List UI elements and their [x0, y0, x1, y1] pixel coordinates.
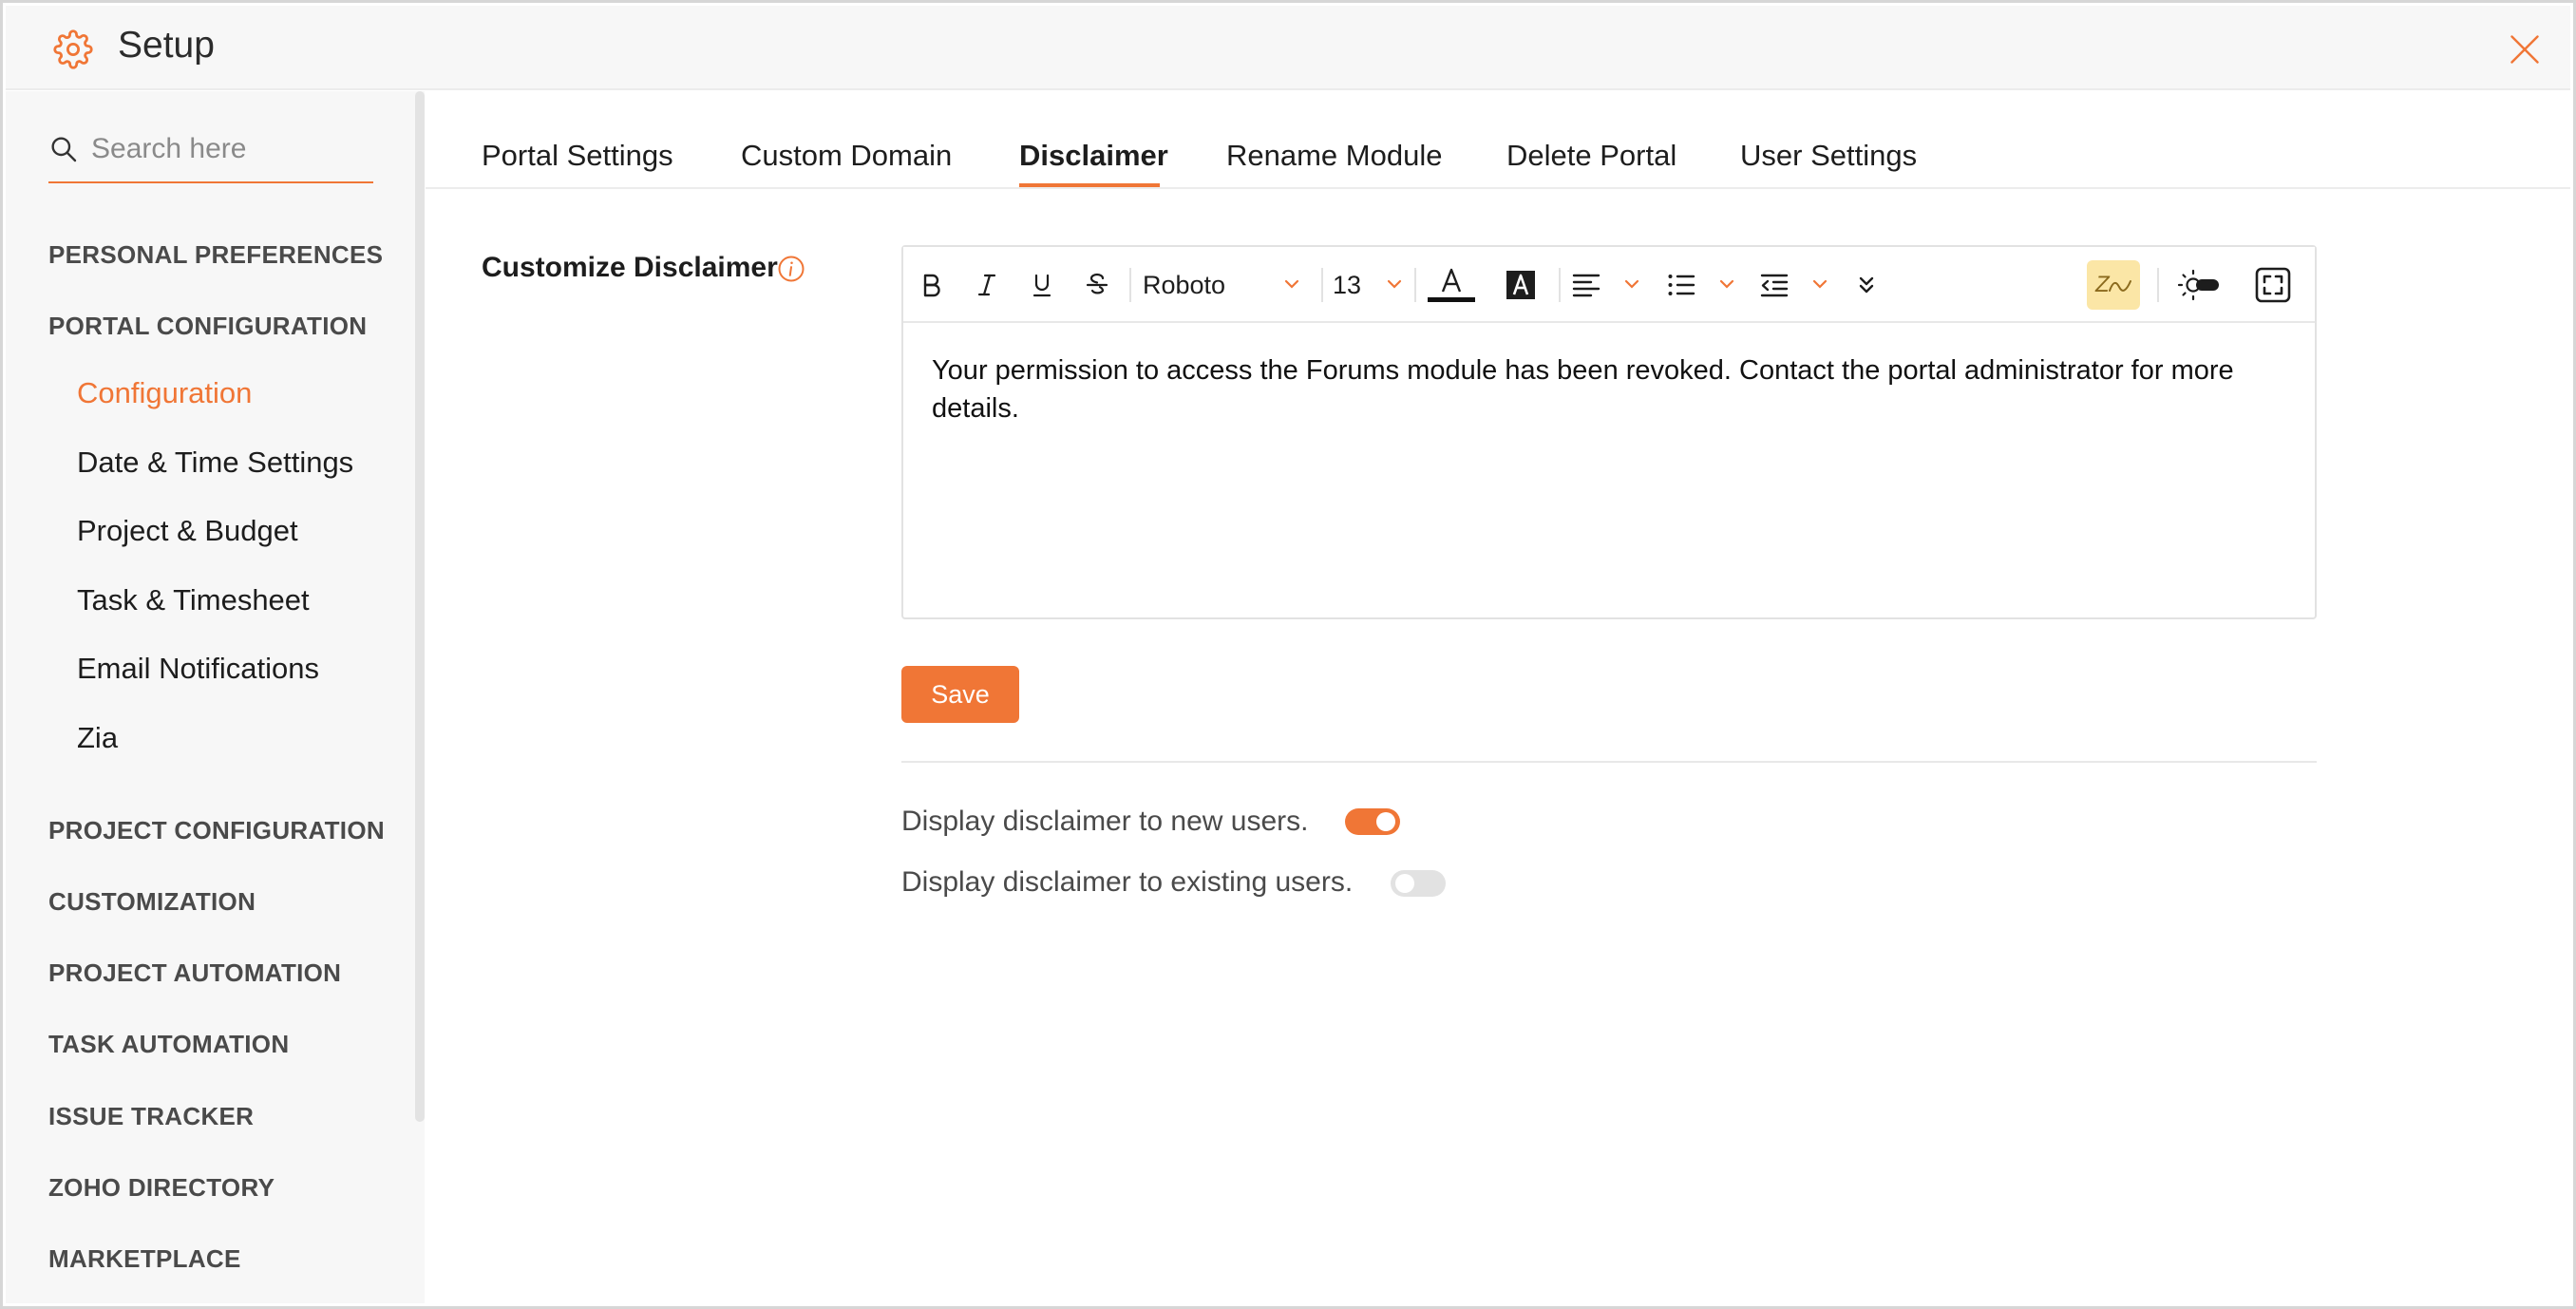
active-tab-indicator	[1019, 183, 1160, 187]
tab-rename-module[interactable]: Rename Module	[1226, 139, 1442, 173]
bold-icon	[923, 274, 940, 297]
bullet-list-icon	[1668, 275, 1695, 295]
sidebar-item-task-timesheet[interactable]: Task & Timesheet	[77, 583, 310, 617]
existing-users-option-label: Display disclaimer to existing users.	[901, 866, 1354, 898]
toolbar-separator	[1559, 268, 1561, 302]
info-icon[interactable]	[777, 255, 805, 283]
sidebar-section-issue-tracker[interactable]: ISSUE TRACKER	[48, 1102, 254, 1131]
tab-delete-portal[interactable]: Delete Portal	[1506, 139, 1676, 173]
sidebar-search	[48, 124, 373, 183]
italic-icon	[977, 274, 996, 296]
disclaimer-editor: Roboto 13 Z Your permission to access th…	[901, 245, 2317, 619]
tab-portal-settings[interactable]: Portal Settings	[482, 139, 673, 173]
search-icon	[51, 137, 77, 162]
light-dark-toggle-icon	[2177, 269, 2219, 301]
italic-button[interactable]	[970, 266, 1004, 304]
chevron-down-icon	[1719, 279, 1734, 289]
setup-header: Setup	[6, 6, 2570, 90]
sidebar-scrollbar[interactable]	[415, 91, 425, 1122]
sidebar-item-zia[interactable]: Zia	[77, 721, 118, 755]
underline-button[interactable]	[1025, 266, 1059, 304]
underline-icon	[1032, 274, 1051, 297]
chevron-down-icon	[1624, 279, 1639, 289]
sidebar-item-configuration[interactable]: Configuration	[77, 376, 252, 410]
new-users-toggle[interactable]	[1345, 808, 1400, 835]
sidebar-section-portal-configuration[interactable]: PORTAL CONFIGURATION	[48, 312, 367, 341]
sidebar-section-personal-preferences[interactable]: PERSONAL PREFERENCES	[48, 240, 383, 270]
font-size-select[interactable]: 13	[1333, 266, 1403, 304]
customize-disclaimer-label: Customize Disclaimer	[482, 252, 778, 283]
bold-button[interactable]	[915, 266, 949, 304]
page-title: Setup	[118, 25, 215, 66]
align-left-icon	[1572, 274, 1601, 297]
sidebar-section-task-automation[interactable]: TASK AUTOMATION	[48, 1030, 289, 1059]
more-tools-button[interactable]	[1847, 266, 1885, 304]
theme-toggle-button[interactable]	[2176, 266, 2222, 304]
sidebar-section-project-configuration[interactable]: PROJECT CONFIGURATION	[48, 816, 385, 845]
toolbar-separator	[1129, 268, 1131, 302]
editor-toolbar: Roboto 13 Z	[903, 247, 2315, 323]
text-color-icon	[1428, 268, 1475, 302]
double-chevron-down-icon	[1859, 276, 1874, 294]
chevron-down-icon	[1812, 279, 1828, 289]
fullscreen-button[interactable]	[2250, 266, 2296, 304]
gear-icon	[53, 29, 93, 69]
sidebar-item-project-budget[interactable]: Project & Budget	[77, 514, 298, 548]
strikethrough-icon	[1086, 273, 1108, 294]
disclaimer-text[interactable]: Your permission to access the Forums mod…	[932, 351, 2258, 427]
sidebar-section-zoho-directory[interactable]: ZOHO DIRECTORY	[48, 1173, 275, 1203]
font-family-value: Roboto	[1143, 270, 1226, 299]
fullscreen-icon	[2255, 267, 2291, 303]
toolbar-separator	[1414, 268, 1416, 302]
existing-users-toggle[interactable]	[1391, 870, 1446, 897]
sidebar-section-customization[interactable]: CUSTOMIZATION	[48, 887, 256, 917]
setup-sidebar: PERSONAL PREFERENCES PORTAL CONFIGURATIO…	[6, 91, 425, 1303]
settings-tabs: Portal Settings Custom Domain Disclaimer…	[426, 91, 2570, 189]
toolbar-separator	[2157, 268, 2159, 302]
tab-custom-domain[interactable]: Custom Domain	[741, 139, 952, 173]
divider	[901, 761, 2317, 763]
align-button[interactable]	[1572, 266, 1640, 304]
close-icon[interactable]	[2508, 32, 2542, 66]
sidebar-item-email-notifications[interactable]: Email Notifications	[77, 652, 319, 686]
highlight-color-button[interactable]	[1500, 266, 1542, 304]
search-input[interactable]	[91, 128, 367, 170]
save-button[interactable]: Save	[901, 666, 1019, 723]
sidebar-section-marketplace[interactable]: MARKETPLACE	[48, 1244, 241, 1274]
setup-window: Setup PERSONAL PREFERENCES PORTAL CONFIG…	[0, 0, 2576, 1309]
zia-wave-icon	[2109, 280, 2131, 292]
chevron-down-icon	[1284, 279, 1299, 289]
list-button[interactable]	[1667, 266, 1735, 304]
strikethrough-button[interactable]	[1080, 266, 1114, 304]
tab-user-settings[interactable]: User Settings	[1740, 139, 1917, 173]
sidebar-section-project-automation[interactable]: PROJECT AUTOMATION	[48, 958, 341, 988]
outdent-icon	[1760, 274, 1789, 297]
toggle-knob	[1376, 812, 1395, 831]
font-family-select[interactable]: Roboto	[1143, 266, 1300, 304]
highlight-color-icon	[1506, 271, 1535, 299]
new-users-option-label: Display disclaimer to new users.	[901, 806, 1309, 837]
toggle-knob	[1395, 874, 1414, 893]
zia-button[interactable]: Z	[2087, 260, 2140, 310]
tab-disclaimer[interactable]: Disclaimer	[1019, 139, 1168, 173]
chevron-down-icon	[1387, 279, 1402, 289]
indent-button[interactable]	[1760, 266, 1828, 304]
font-size-value: 13	[1333, 270, 1362, 299]
toolbar-separator	[1321, 268, 1323, 302]
sidebar-item-date-time-settings[interactable]: Date & Time Settings	[77, 446, 353, 480]
text-color-button[interactable]	[1424, 266, 1479, 304]
